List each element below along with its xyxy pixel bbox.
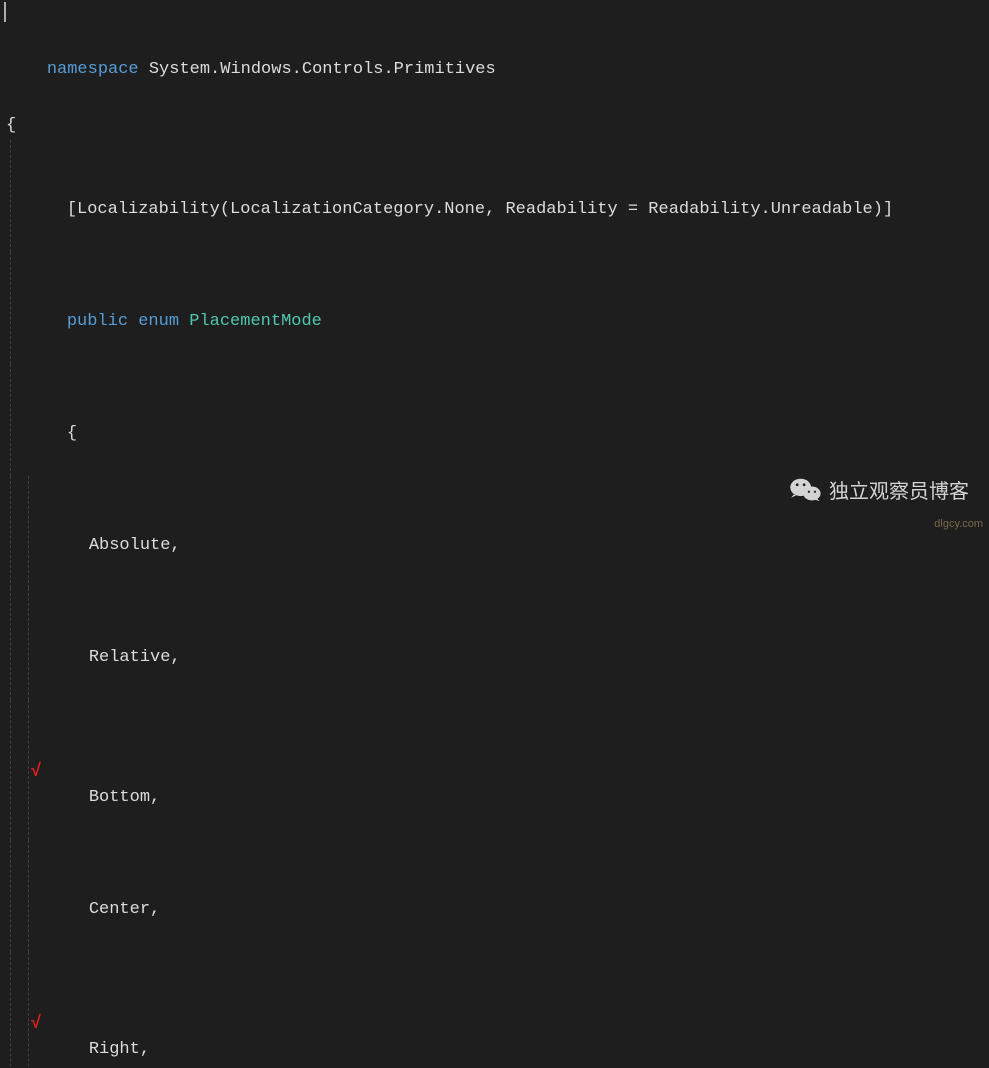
code-line[interactable]: √ Right, [0, 952, 989, 1068]
text-caret [4, 2, 6, 22]
code-line[interactable]: public enum PlacementMode [0, 252, 989, 364]
keyword-namespace: namespace [47, 60, 139, 79]
code-line[interactable]: Relative, [0, 588, 989, 700]
enum-member: Absolute, [89, 536, 181, 555]
check-mark-icon: √ [30, 756, 40, 784]
code-editor[interactable]: namespace System.Windows.Controls.Primit… [0, 0, 989, 1068]
brace-open: { [6, 116, 16, 135]
watermark-text: 独立观察员博客 [829, 475, 969, 504]
enum-member: Center, [89, 900, 160, 919]
code-line[interactable]: [Localizability(LocalizationCategory.Non… [0, 140, 989, 252]
enum-member: Relative, [89, 648, 181, 667]
wechat-icon [789, 477, 821, 503]
url-watermark: dlgcy.com [934, 518, 983, 530]
enum-member: Bottom, [89, 788, 160, 807]
watermark: 独立观察员博客 [789, 475, 969, 504]
code-line[interactable]: { [0, 364, 989, 476]
code-line[interactable]: { [0, 112, 989, 140]
keyword-public: public [67, 312, 128, 331]
type-name: PlacementMode [189, 312, 322, 331]
code-line[interactable]: √ Bottom, [0, 700, 989, 840]
enum-member: Right, [89, 1040, 150, 1059]
code-line[interactable]: namespace System.Windows.Controls.Primit… [0, 0, 989, 112]
check-mark-icon: √ [30, 1008, 40, 1036]
code-line[interactable]: Center, [0, 840, 989, 952]
brace-open: { [67, 424, 77, 443]
keyword-enum: enum [138, 312, 179, 331]
attribute-line: [Localizability(LocalizationCategory.Non… [67, 200, 893, 219]
namespace-name: System.Windows.Controls.Primitives [139, 60, 496, 79]
